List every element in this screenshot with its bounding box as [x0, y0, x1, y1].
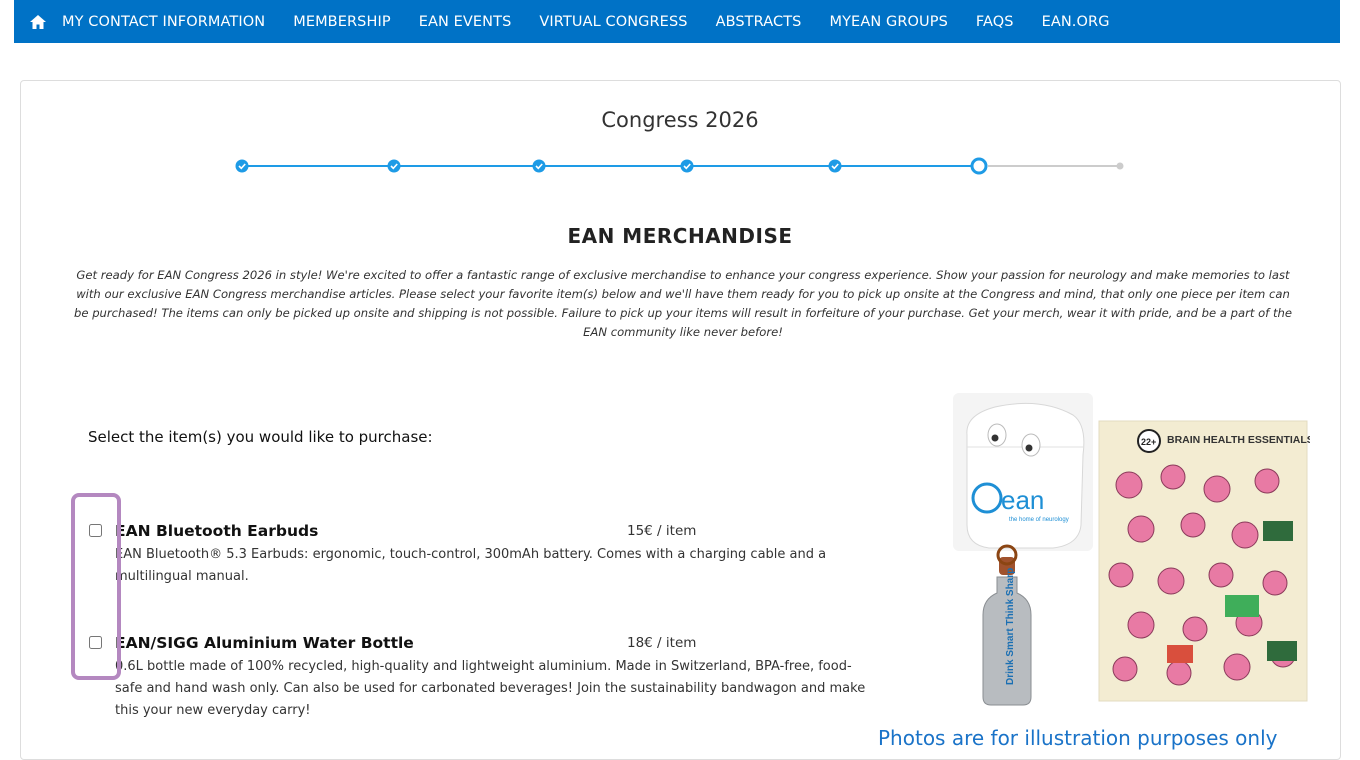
poster-badge-text: 22+ — [1141, 437, 1156, 447]
step-1-complete-icon — [235, 159, 249, 173]
merch-item-water-bottle: EAN/SIGG Aluminium Water Bottle 18€ / it… — [89, 634, 879, 734]
step-6-current-icon — [970, 157, 988, 175]
water-bottle-photo: Drink Smart Think Sharp — [982, 544, 1032, 706]
merchandise-photos: ean the home of neurology Drink Smart Th… — [953, 393, 1310, 706]
photo-disclaimer: Photos are for illustration purposes onl… — [878, 726, 1278, 750]
step-2-complete-icon — [387, 159, 401, 173]
progress-stepper — [235, 157, 1124, 175]
earbuds-photo: ean the home of neurology — [953, 393, 1093, 551]
step-5-complete-icon — [828, 159, 842, 173]
section-title: EAN MERCHANDISE — [567, 224, 793, 248]
checkbox-highlight — [71, 493, 121, 680]
item-name: EAN/SIGG Aluminium Water Bottle — [115, 634, 414, 652]
earbuds-tagline-text: the home of neurology — [1009, 517, 1069, 523]
item-name: EAN Bluetooth Earbuds — [115, 522, 319, 540]
step-7-pending-icon — [1116, 162, 1124, 170]
step-3-complete-icon — [532, 159, 546, 173]
item-description: EAN Bluetooth® 5.3 Earbuds: ergonomic, t… — [115, 547, 827, 584]
bottle-text: Drink Smart Think Sharp — [1005, 568, 1016, 685]
item-description: 0.6L bottle made of 100% recycled, high-… — [115, 659, 866, 718]
item-price: 15€ / item — [627, 523, 697, 539]
item-price: 18€ / item — [627, 635, 697, 651]
merch-item-earbuds: EAN Bluetooth Earbuds 15€ / item EAN Blu… — [89, 522, 879, 592]
brain-health-poster-photo: 22+ BRAIN HEALTH ESSENTIALS — [1098, 420, 1310, 702]
earbuds-logo-text: ean — [1001, 485, 1044, 515]
intro-text: Get ready for EAN Congress 2026 in style… — [74, 268, 1292, 339]
poster-title-text: BRAIN HEALTH ESSENTIALS — [1167, 434, 1310, 446]
select-items-heading: Select the item(s) you would like to pur… — [88, 428, 433, 446]
step-4-complete-icon — [680, 159, 694, 173]
